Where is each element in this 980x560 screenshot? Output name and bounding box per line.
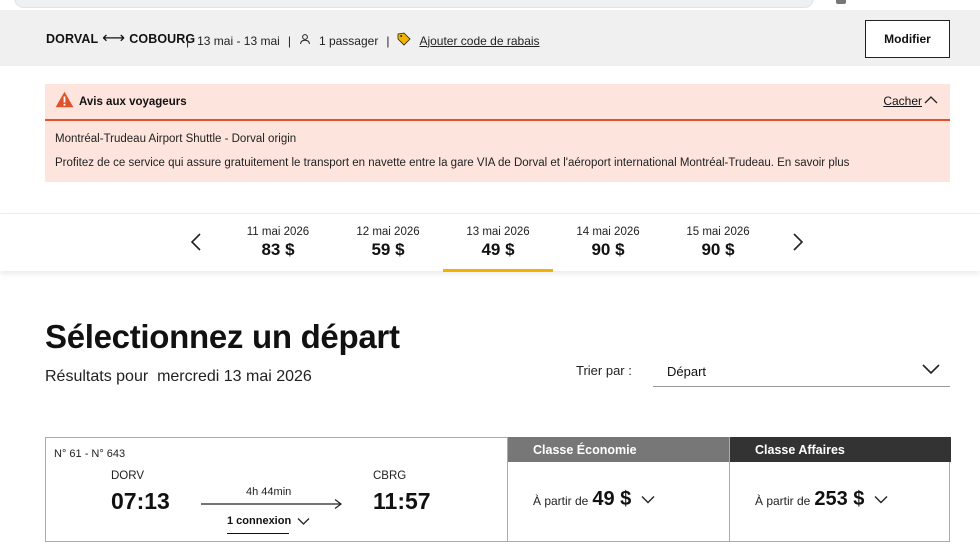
date-option-date: 14 mai 2026 xyxy=(576,226,640,238)
departure-time: 07:13 xyxy=(111,488,170,514)
chevron-down-icon xyxy=(874,496,888,504)
results-prefix: Résultats pour xyxy=(45,368,149,385)
chevron-down-icon xyxy=(922,364,940,375)
business-fare-price: À partir de 253 $ xyxy=(755,488,888,511)
sort-dropdown[interactable]: Départ xyxy=(653,356,950,387)
page-title: Sélectionnez un départ xyxy=(45,318,400,355)
search-summary-bar: DORVAL ⟷ COBOURG | 13 mai - 13 mai | 1 p… xyxy=(0,10,980,66)
train-numbers: N° 61 - N° 643 xyxy=(54,448,126,460)
date-option[interactable]: 12 mai 2026 59 $ xyxy=(333,214,443,272)
economy-fare-option[interactable]: Classe Économie À partir de 49 $ xyxy=(507,437,729,542)
date-option-price: 90 $ xyxy=(701,240,735,259)
results-date-line: Résultats pour mercredi 13 mai 2026 xyxy=(45,368,312,386)
next-dates-button[interactable] xyxy=(788,232,808,252)
add-discount-code-link[interactable]: Ajouter code de rabais xyxy=(419,34,539,48)
origin-label: DORVAL xyxy=(46,32,99,46)
trip-result-card: N° 61 - N° 643 DORV 07:13 4h 44min 1 con… xyxy=(45,437,951,542)
destination-station-code: CBRG xyxy=(373,470,407,482)
route: DORVAL ⟷ COBOURG xyxy=(46,30,195,47)
chevron-up-icon xyxy=(924,94,938,108)
user-icon xyxy=(299,33,311,48)
sort-label: Trier par : xyxy=(576,363,632,378)
date-carousel: 11 mai 2026 83 $ 12 mai 2026 59 $ 13 mai… xyxy=(0,213,980,272)
date-option-price: 90 $ xyxy=(591,240,625,259)
date-option-date: 15 mai 2026 xyxy=(686,226,750,238)
economy-fare-header: Classe Économie xyxy=(508,437,729,462)
hide-notice-label: Cacher xyxy=(883,94,922,108)
fare-amount: 253 $ xyxy=(814,488,865,510)
top-strip xyxy=(0,0,980,10)
divider: | xyxy=(287,33,291,48)
notice-header: Avis aux voyageurs Cacher xyxy=(45,84,950,121)
trip-duration: 4h 44min xyxy=(246,486,292,498)
modify-search-button[interactable]: Modifier xyxy=(865,20,950,58)
arrival-time: 11:57 xyxy=(373,488,431,514)
fare-from-label: À partir de xyxy=(533,494,589,508)
chevron-right-icon xyxy=(793,233,804,251)
notice-title: Avis aux voyageurs xyxy=(79,95,187,108)
arrow-right-icon xyxy=(201,499,342,509)
connections-underline xyxy=(227,533,289,534)
connections-toggle[interactable]: 1 connexion xyxy=(227,515,310,527)
browser-address-bar[interactable] xyxy=(14,0,814,8)
divider: | xyxy=(186,33,190,48)
date-option[interactable]: 15 mai 2026 90 $ xyxy=(663,214,773,272)
warning-icon xyxy=(55,91,74,113)
origin-station-code: DORV xyxy=(111,470,145,482)
notice-line-1: Montréal-Trudeau Airport Shuttle - Dorva… xyxy=(55,133,297,145)
date-option-price: 59 $ xyxy=(371,240,405,259)
date-option[interactable]: 11 mai 2026 83 $ xyxy=(223,214,333,272)
business-fare-option[interactable]: Classe Affaires À partir de 253 $ xyxy=(729,437,951,542)
date-option-date: 13 mai 2026 xyxy=(466,226,530,238)
chevron-down-icon xyxy=(641,496,655,504)
tag-icon xyxy=(397,32,412,49)
double-arrow-icon: ⟷ xyxy=(102,30,126,47)
chevron-down-icon xyxy=(297,517,310,525)
hide-notice-button[interactable]: Cacher xyxy=(883,94,938,108)
date-option-date: 11 mai 2026 xyxy=(246,226,310,238)
divider: | xyxy=(386,33,390,48)
date-option[interactable]: 14 mai 2026 90 $ xyxy=(553,214,663,272)
notice-line-2: Profitez de ce service qui assure gratui… xyxy=(55,157,850,169)
economy-fare-price: À partir de 49 $ xyxy=(533,488,655,511)
date-option-price: 49 $ xyxy=(481,240,515,259)
fare-amount: 49 $ xyxy=(592,488,632,510)
travel-dates: 13 mai - 13 mai xyxy=(197,33,280,48)
connections-label: 1 connexion xyxy=(227,515,292,527)
date-option-selected[interactable]: 13 mai 2026 49 $ xyxy=(443,214,553,272)
business-fare-header: Classe Affaires xyxy=(730,437,951,462)
search-meta: | 13 mai - 13 mai | 1 passager | Ajouter… xyxy=(186,32,540,49)
sort-selected-value: Départ xyxy=(667,364,707,379)
chevron-left-icon xyxy=(190,233,201,251)
passenger-count: 1 passager xyxy=(318,33,379,48)
date-option-date: 12 mai 2026 xyxy=(356,226,420,238)
fare-from-label: À partir de xyxy=(755,494,811,508)
date-option-price: 83 $ xyxy=(261,240,295,259)
browser-extension-icon[interactable] xyxy=(836,0,846,4)
results-date: mercredi 13 mai 2026 xyxy=(157,368,312,385)
traveller-notice: Avis aux voyageurs Cacher Montréal-Trude… xyxy=(45,84,950,182)
previous-dates-button[interactable] xyxy=(186,232,206,252)
